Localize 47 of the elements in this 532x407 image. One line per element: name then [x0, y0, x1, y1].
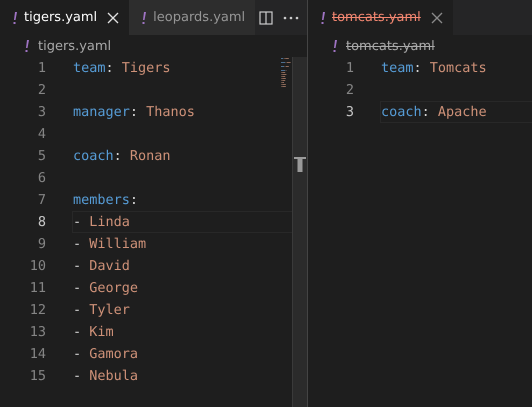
editor-tab[interactable]: tigers.yaml	[0, 0, 130, 35]
line-number: 1	[344, 60, 354, 76]
code-line: coach: Apache	[381, 104, 487, 120]
exclamation-icon	[141, 10, 148, 24]
line-number: 12	[28, 302, 46, 318]
line-number: 8	[36, 214, 46, 230]
line-number: 2	[344, 82, 354, 98]
line-number: 1	[36, 60, 46, 76]
editor-tab[interactable]: tomcats.yaml	[308, 0, 453, 35]
line-number: 14	[28, 346, 46, 362]
sash-grip-icon[interactable]	[294, 157, 306, 173]
code-line: coach: Ronan	[73, 148, 171, 164]
line-number: 3	[36, 104, 46, 120]
minimap-drawing	[281, 57, 291, 87]
more-icon[interactable]	[283, 16, 299, 20]
line-number: 10	[28, 258, 46, 274]
scrollbar[interactable]	[292, 57, 307, 407]
line-number: 13	[28, 324, 46, 340]
breadcrumb[interactable]: tigers.yaml	[38, 38, 112, 54]
code-line: - Tyler	[73, 302, 130, 318]
split-editor-icon[interactable]	[259, 10, 273, 24]
breadcrumb[interactable]: tomcats.yaml	[346, 38, 435, 54]
code-line: - David	[73, 258, 130, 274]
code-line: - William	[73, 236, 146, 252]
line-number: 4	[36, 126, 46, 142]
line-number: 15	[28, 368, 46, 384]
exclamation-icon	[12, 10, 18, 24]
code-line: - Gamora	[73, 346, 138, 362]
line-number: 9	[36, 236, 46, 252]
code-line: team: Tomcats	[381, 60, 487, 76]
exclamation-icon	[320, 10, 326, 24]
editor-tab[interactable]: leopards.yaml	[129, 0, 256, 35]
line-number: 7	[36, 192, 46, 208]
code-line: - George	[73, 280, 138, 296]
line-number: 5	[36, 148, 46, 164]
code-line: team: Tigers	[73, 60, 171, 76]
code-line: - Kim	[73, 324, 114, 340]
code-line: members:	[73, 192, 140, 208]
line-number: 3	[344, 104, 354, 120]
code-line: manager: Thanos	[73, 104, 195, 120]
line-number: 6	[36, 170, 46, 186]
exclamation-icon	[332, 39, 338, 53]
code-line: - Linda	[73, 214, 130, 230]
exclamation-icon	[24, 39, 30, 53]
code-line: - Nebula	[73, 368, 138, 384]
line-number: 2	[36, 82, 46, 98]
line-number: 11	[28, 280, 46, 296]
